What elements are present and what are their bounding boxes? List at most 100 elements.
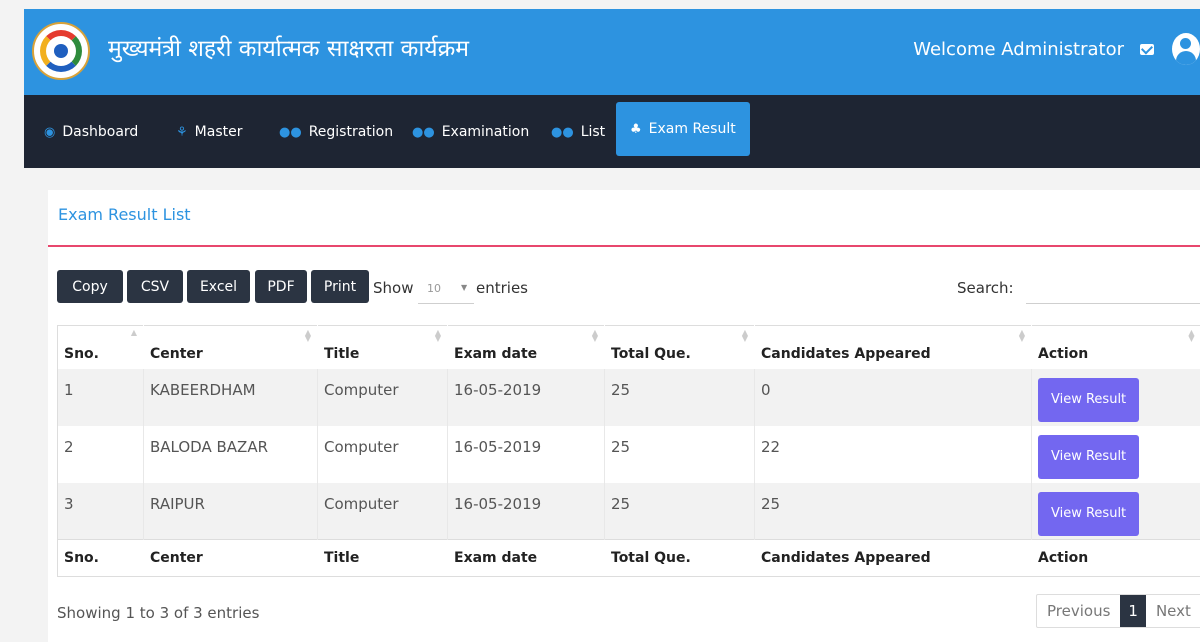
nav-item-list[interactable]: ●● List	[551, 116, 605, 148]
footer-action: Action	[1031, 539, 1200, 577]
cell-sno: 3	[57, 482, 144, 540]
column-label: Title	[324, 345, 360, 362]
footer-exam-date: Exam date	[447, 539, 605, 577]
footer-total-que: Total Que.	[604, 539, 755, 577]
logo-core	[54, 44, 68, 58]
column-header-candidates[interactable]: Candidates Appeared ▲ ▼	[755, 326, 1032, 369]
nav-item-label: Dashboard	[62, 124, 139, 140]
table-footer-row: Sno. Center Title Exam date Total Que. C…	[57, 539, 1200, 577]
show-label: Show	[373, 279, 414, 297]
search-input[interactable]	[1026, 270, 1200, 304]
program-seal-logo	[32, 22, 90, 80]
print-button[interactable]: Print	[311, 270, 369, 303]
users-icon: ●●	[412, 124, 435, 140]
sort-icon: ▲ ▼	[741, 328, 748, 343]
table-row: 2 BALODA BAZAR Computer 16-05-2019 25 22…	[57, 425, 1200, 483]
cell-title: Computer	[317, 425, 448, 483]
pdf-button[interactable]: PDF	[255, 270, 307, 303]
avatar-body	[1176, 51, 1196, 65]
cell-sno: 2	[57, 425, 144, 483]
table-row: 3 RAIPUR Computer 16-05-2019 25 25 View …	[57, 482, 1200, 540]
previous-page-button[interactable]: Previous	[1037, 595, 1120, 627]
avatar-head	[1180, 38, 1191, 49]
nav-item-label: Examination	[441, 124, 530, 140]
sort-icon: ▲ ▼	[434, 328, 441, 343]
nav-item-dashboard[interactable]: ◉ Dashboard	[44, 116, 138, 148]
page-length-select[interactable]: 10 ▼	[418, 278, 474, 304]
cell-exam-date: 16-05-2019	[447, 368, 605, 426]
welcome-text: Welcome Administrator	[913, 39, 1124, 60]
nav-item-label: Exam Result	[648, 121, 736, 137]
cell-candidates: 25	[754, 482, 1032, 540]
cell-sno: 1	[57, 368, 144, 426]
table-header-row: Sno. ▲ Center ▲ ▼ Title ▲ ▼ Exam date ▲ ▼ Total…	[57, 325, 1200, 369]
nav-item-master[interactable]: ⚘ Master	[176, 116, 242, 148]
view-result-button[interactable]: View Result	[1038, 434, 1140, 479]
cell-candidates: 0	[754, 368, 1032, 426]
envelope-icon[interactable]	[1140, 44, 1154, 55]
footer-sno: Sno.	[57, 539, 144, 577]
column-label: Candidates Appeared	[761, 345, 931, 362]
cell-exam-date: 16-05-2019	[447, 425, 605, 483]
cell-candidates: 22	[754, 425, 1032, 483]
column-label: Action	[1038, 345, 1089, 362]
sort-icon: ▲ ▼	[591, 328, 598, 343]
copy-button[interactable]: Copy	[57, 270, 123, 303]
view-result-button[interactable]: View Result	[1038, 377, 1140, 422]
footer-center: Center	[143, 539, 318, 577]
sort-icon: ▲ ▼	[1188, 328, 1195, 343]
column-header-action[interactable]: Action ▲ ▼	[1032, 326, 1200, 369]
column-label: Total Que.	[611, 345, 691, 362]
column-header-sno[interactable]: Sno. ▲	[57, 325, 144, 369]
column-header-exam-date[interactable]: Exam date ▲ ▼	[448, 326, 605, 369]
card-title: Exam Result List	[58, 205, 191, 224]
page-1-button[interactable]: 1	[1120, 595, 1146, 627]
column-header-total-que[interactable]: Total Que. ▲ ▼	[605, 326, 755, 369]
user-secret-icon: ♣	[630, 121, 642, 137]
excel-button[interactable]: Excel	[187, 270, 250, 303]
page-length-value: 10	[427, 282, 441, 295]
nav-item-registration[interactable]: ●● Registration	[279, 116, 393, 148]
cell-total-que: 25	[604, 368, 755, 426]
nav-item-label: Registration	[308, 124, 394, 140]
users-icon: ●●	[551, 124, 574, 140]
sitemap-icon: ⚘	[176, 124, 188, 140]
cell-center: RAIPUR	[143, 482, 318, 540]
nav-item-exam-result[interactable]: ♣ Exam Result	[616, 102, 750, 156]
cell-total-que: 25	[604, 425, 755, 483]
csv-button[interactable]: CSV	[127, 270, 183, 303]
dashboard-icon: ◉	[44, 124, 56, 140]
entries-label: entries	[476, 279, 528, 297]
pagination: Previous 1 Next	[1036, 594, 1200, 628]
sort-asc-icon: ▲	[130, 328, 137, 337]
column-label: Exam date	[454, 345, 538, 362]
column-header-center[interactable]: Center ▲ ▼	[144, 326, 318, 369]
cell-action: View Result	[1031, 368, 1200, 426]
nav-item-label: Master	[194, 124, 243, 140]
cell-total-que: 25	[604, 482, 755, 540]
column-header-title[interactable]: Title ▲ ▼	[318, 326, 448, 369]
column-label: Center	[150, 345, 203, 362]
sort-icon: ▲ ▼	[1018, 328, 1025, 343]
nav-item-label: List	[580, 124, 606, 140]
exam-result-table: Sno. ▲ Center ▲ ▼ Title ▲ ▼ Exam date ▲ ▼ Total…	[57, 325, 1200, 577]
footer-candidates: Candidates Appeared	[754, 539, 1032, 577]
footer-title: Title	[317, 539, 448, 577]
card-divider	[48, 245, 1200, 247]
search-label: Search:	[957, 279, 1014, 297]
cell-exam-date: 16-05-2019	[447, 482, 605, 540]
nav-item-examination[interactable]: ●● Examination	[412, 116, 529, 148]
cell-title: Computer	[317, 482, 448, 540]
top-header-bar: मुख्यमंत्री शहरी कार्यात्मक साक्षरता कार…	[24, 9, 1200, 95]
cell-center: BALODA BAZAR	[143, 425, 318, 483]
cell-action: View Result	[1031, 425, 1200, 483]
chevron-down-icon: ▼	[461, 283, 468, 292]
users-icon: ●●	[279, 124, 302, 140]
next-page-button[interactable]: Next	[1146, 595, 1200, 627]
main-navbar: ◉ Dashboard ⚘ Master ●● Registration ●● …	[24, 95, 1200, 168]
view-result-button[interactable]: View Result	[1038, 491, 1140, 536]
column-label: Sno.	[64, 345, 99, 362]
user-circle-icon[interactable]	[1172, 33, 1200, 65]
table-info: Showing 1 to 3 of 3 entries	[57, 604, 260, 622]
cell-title: Computer	[317, 368, 448, 426]
